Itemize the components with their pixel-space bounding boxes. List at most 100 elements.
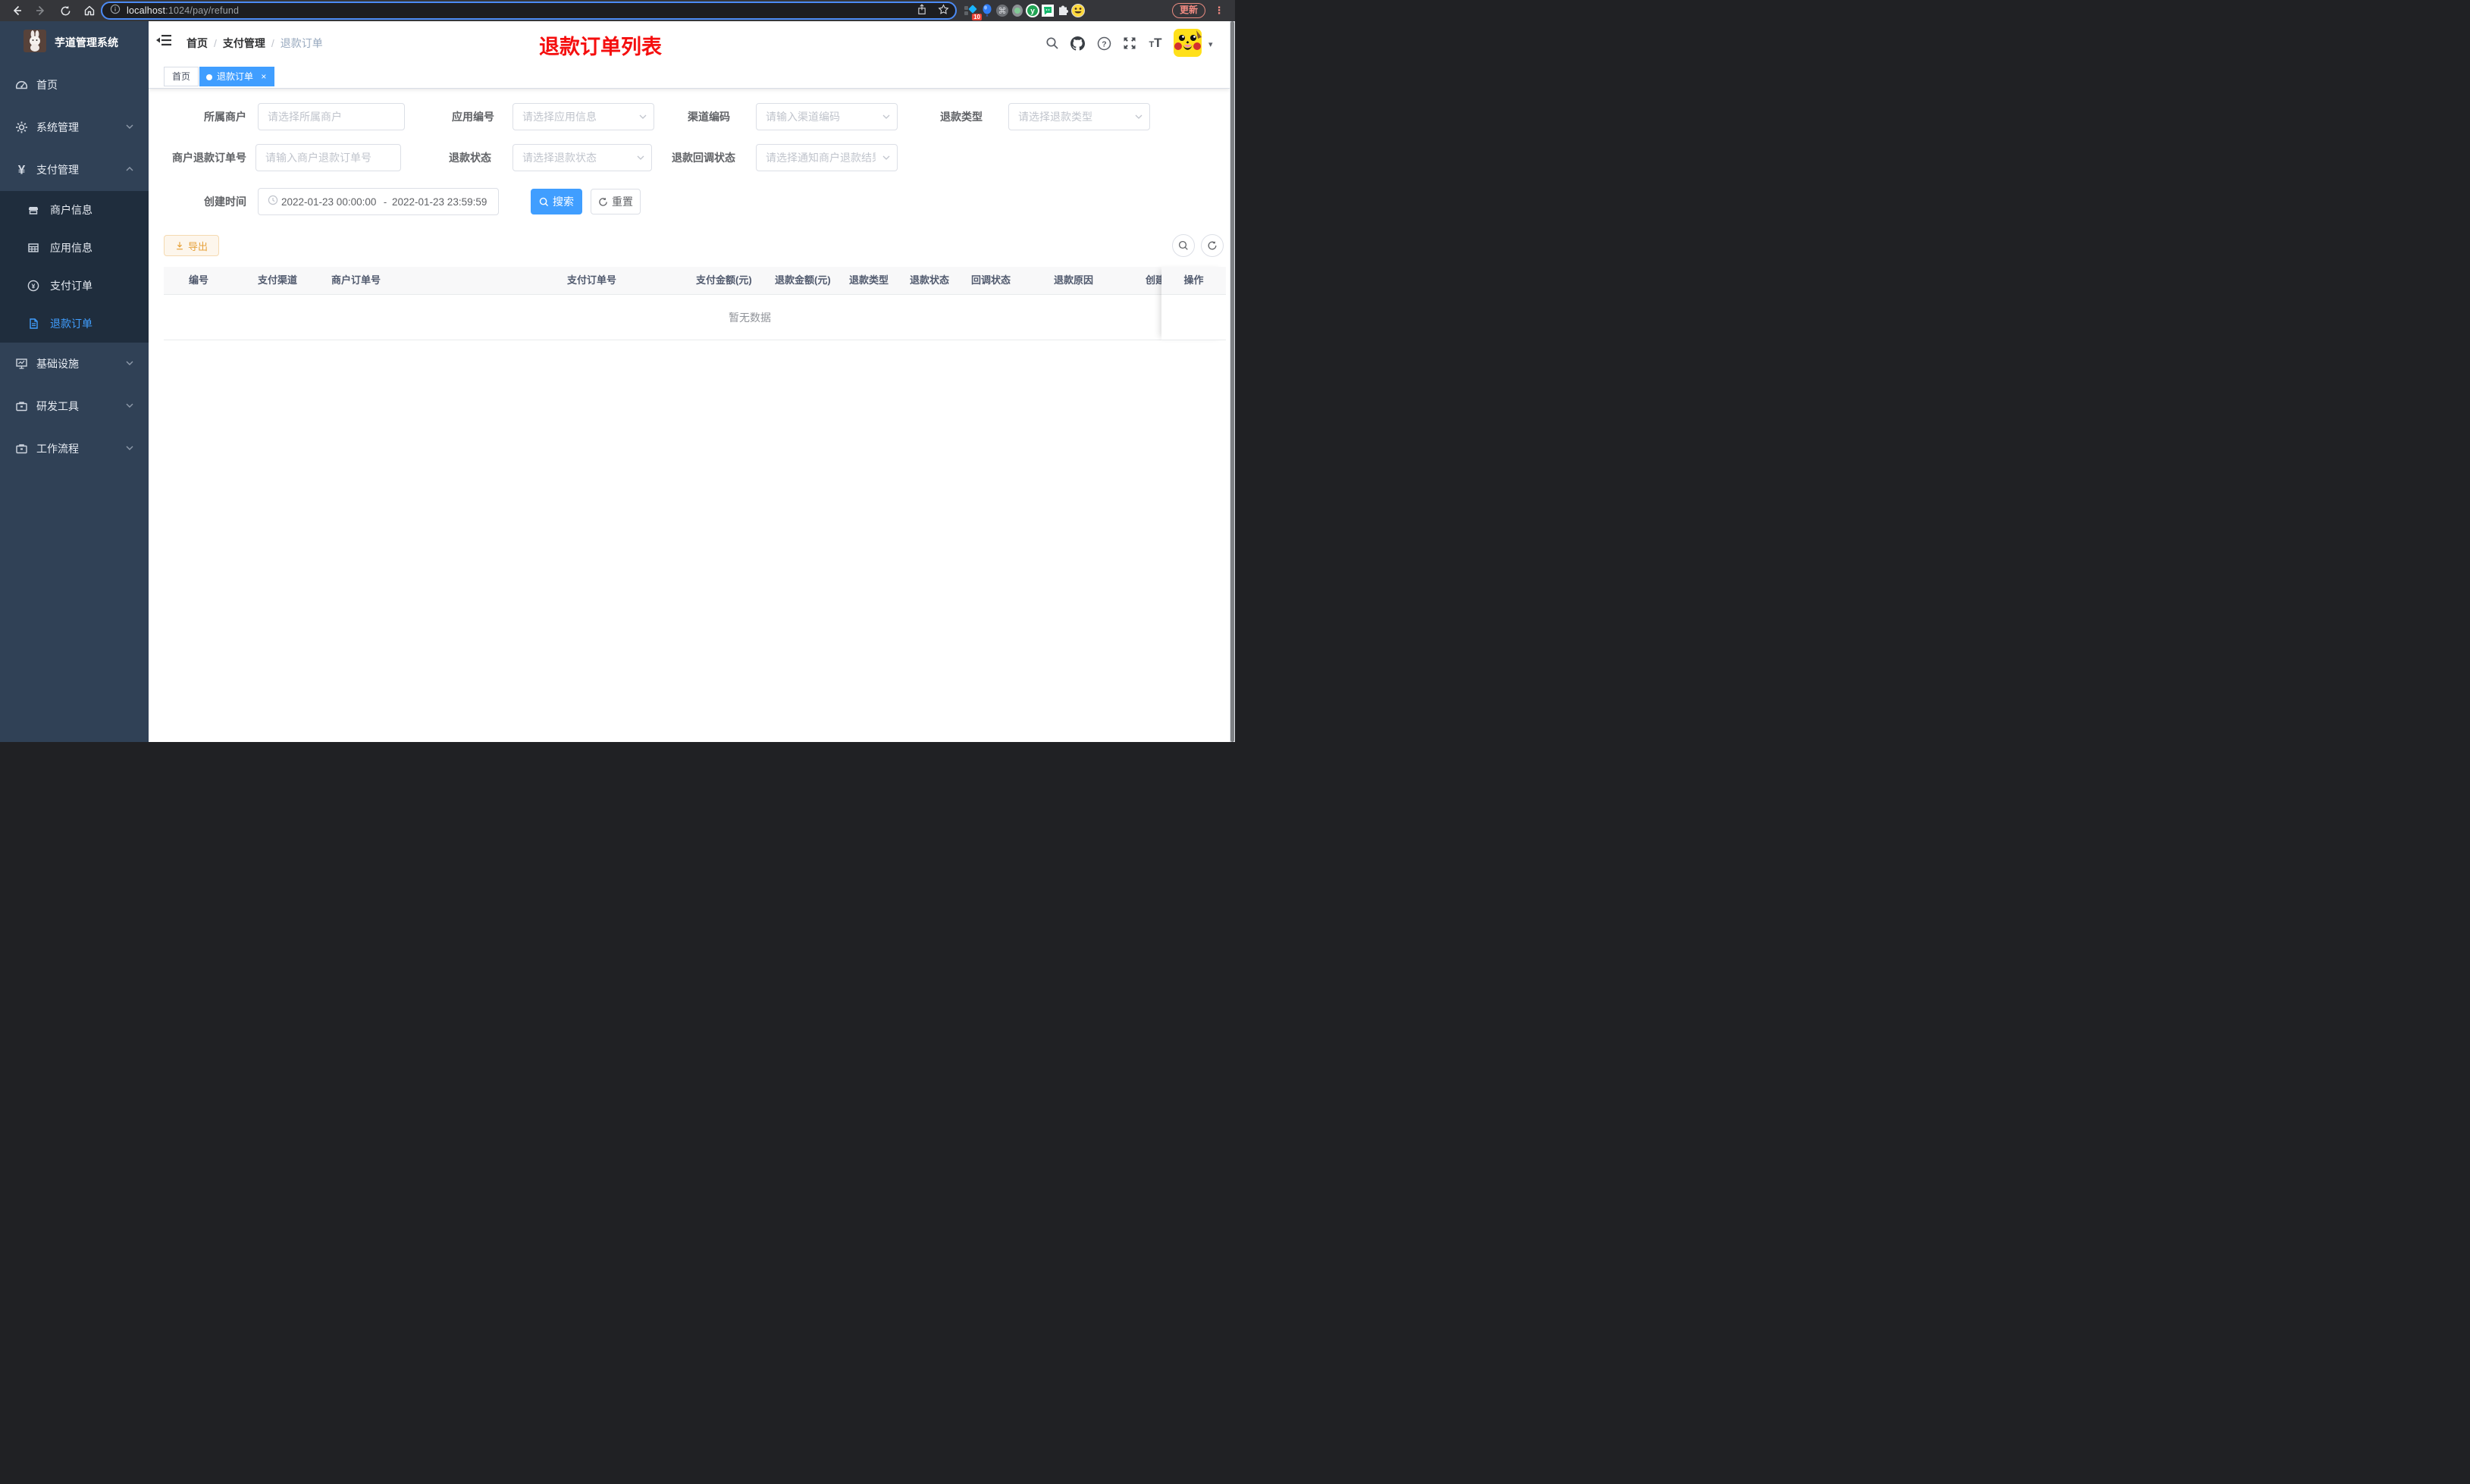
sidebar-item-merchant-info[interactable]: 商户信息 [0, 191, 149, 229]
notify-status-select[interactable] [756, 144, 898, 171]
end-date-input[interactable] [392, 196, 489, 208]
date-separator: - [383, 196, 387, 208]
extension-smiley-icon[interactable] [1070, 3, 1086, 18]
main-content: 所属商户 应用编号 渠道编码 退款类型 商户退款订单号 退款状态 退款回调状态 [149, 89, 1230, 742]
extension-command-icon[interactable]: ⌘ [995, 3, 1010, 18]
browser-toolbar: localhost:1024/pay/refund 10 ⌘ y 更新 ⋮ [0, 0, 1235, 21]
chevron-down-icon [125, 121, 134, 133]
sidebar-logo[interactable]: 芋道管理系统 [0, 21, 149, 64]
breadcrumb: 首页 / 支付管理 / 退款订单 [187, 37, 323, 49]
tab-home[interactable]: 首页 [164, 67, 199, 86]
table-body: 暂无数据 [164, 295, 1226, 340]
github-icon[interactable] [1068, 34, 1086, 52]
sidebar-item-infra[interactable]: 基础设施 [0, 343, 149, 385]
channel-select[interactable] [756, 103, 898, 130]
bookmark-star-icon[interactable] [938, 4, 949, 19]
refresh-button[interactable] [1201, 234, 1224, 257]
sidebar-item-pay[interactable]: ¥ 支付管理 [0, 149, 149, 191]
filter-label-app: 应用编号 [452, 111, 494, 123]
sidebar-item-app-info[interactable]: 应用信息 [0, 229, 149, 267]
fixed-action-column: 操作 [1161, 267, 1226, 340]
column-header: 支付金额(元) [696, 274, 752, 286]
avatar[interactable] [1174, 29, 1202, 57]
active-dot [206, 74, 212, 80]
app-select[interactable] [512, 103, 654, 130]
column-header: 支付渠道 [258, 274, 298, 286]
page-title: 退款订单列表 [539, 36, 662, 58]
chevron-down-icon [125, 443, 134, 455]
document-icon [27, 318, 39, 330]
share-icon[interactable] [917, 4, 927, 19]
breadcrumb-refund: 退款订单 [280, 37, 323, 49]
yen-circle-icon: ¥ [27, 280, 39, 292]
column-header: 操作 [1161, 267, 1226, 295]
browser-back-button[interactable] [6, 0, 27, 21]
browser-reload-button[interactable] [55, 0, 76, 21]
breadcrumb-home[interactable]: 首页 [187, 37, 208, 49]
clock-icon [268, 195, 278, 209]
filter-label-merchant: 所属商户 [204, 111, 246, 123]
hamburger-icon[interactable] [156, 34, 173, 51]
caret-down-icon[interactable]: ▾ [1208, 39, 1213, 49]
column-header: 商户订单号 [331, 274, 381, 286]
svg-text:¥: ¥ [32, 282, 36, 290]
extension-y-icon[interactable]: y [1025, 3, 1040, 18]
tab-close-icon[interactable]: × [261, 71, 266, 82]
grid-table-icon [27, 242, 39, 254]
extension-balloon-icon[interactable] [980, 3, 995, 18]
toggle-search-button[interactable] [1172, 234, 1195, 257]
export-button[interactable]: 导出 [164, 235, 219, 256]
svg-text:?: ? [1102, 39, 1106, 49]
shop-icon [27, 204, 39, 216]
pay-submenu: 商户信息 应用信息 ¥ 支付订单 退款订单 [0, 191, 149, 343]
start-date-input[interactable] [281, 196, 378, 208]
merchant-input[interactable] [258, 103, 405, 130]
merchant-refund-no-input[interactable] [255, 144, 401, 171]
refund-type-select[interactable] [1008, 103, 1150, 130]
scrollbar-thumb[interactable] [1230, 21, 1234, 742]
filter-label-create-time: 创建时间 [204, 196, 246, 208]
filter-label-merchant-refund-no: 商户退款订单号 [172, 152, 246, 164]
extension-record-icon[interactable] [1010, 3, 1025, 18]
chevron-down-icon [125, 400, 134, 412]
column-header: 编号 [189, 274, 209, 286]
filter-label-refund-type: 退款类型 [940, 111, 983, 123]
breadcrumb-pay[interactable]: 支付管理 [223, 37, 265, 49]
search-button[interactable]: 搜索 [531, 189, 582, 214]
extension-diamond-icon[interactable]: 10 [963, 3, 982, 20]
fullscreen-icon[interactable] [1121, 34, 1139, 52]
column-header: 回调状态 [971, 274, 1011, 286]
logo-rabbit-image [24, 29, 46, 56]
empty-text: 暂无数据 [729, 312, 771, 324]
sidebar-item-home[interactable]: 首页 [0, 64, 149, 106]
sidebar-item-refund-order[interactable]: 退款订单 [0, 305, 149, 343]
site-info-icon[interactable] [110, 4, 121, 18]
sidebar-item-workflow[interactable]: 工作流程 [0, 427, 149, 470]
tags-view: 首页 退款订单 × [149, 64, 1230, 89]
reset-button[interactable]: 重置 [591, 189, 641, 214]
create-time-range-picker[interactable]: - [258, 188, 499, 215]
briefcase-icon [15, 400, 28, 413]
sidebar-item-dev-tools[interactable]: 研发工具 [0, 385, 149, 427]
help-icon[interactable]: ? [1095, 34, 1113, 52]
extension-chat-icon[interactable] [1040, 3, 1055, 18]
column-header: 支付订单号 [567, 274, 617, 286]
extensions-puzzle-icon[interactable] [1055, 3, 1070, 18]
browser-home-button[interactable] [79, 0, 100, 21]
yen-icon: ¥ [17, 162, 26, 177]
column-header: 退款状态 [910, 274, 950, 286]
tab-refund-order[interactable]: 退款订单 × [199, 67, 275, 86]
sidebar-item-system[interactable]: 系统管理 [0, 106, 149, 149]
sidebar-item-pay-order[interactable]: ¥ 支付订单 [0, 267, 149, 305]
refund-status-select[interactable] [512, 144, 652, 171]
search-icon[interactable] [1043, 34, 1061, 52]
browser-forward-button[interactable] [30, 0, 52, 21]
browser-update-button[interactable]: 更新 [1172, 3, 1206, 18]
font-size-icon[interactable]: TT [1146, 34, 1164, 52]
column-header: 退款类型 [849, 274, 889, 286]
address-bar[interactable]: localhost:1024/pay/refund [101, 2, 957, 20]
browser-menu-icon[interactable]: ⋮ [1213, 0, 1225, 21]
url-text[interactable]: localhost:1024/pay/refund [127, 5, 239, 16]
page-scrollbar[interactable] [1230, 21, 1235, 742]
app-title: 芋道管理系统 [55, 36, 118, 49]
